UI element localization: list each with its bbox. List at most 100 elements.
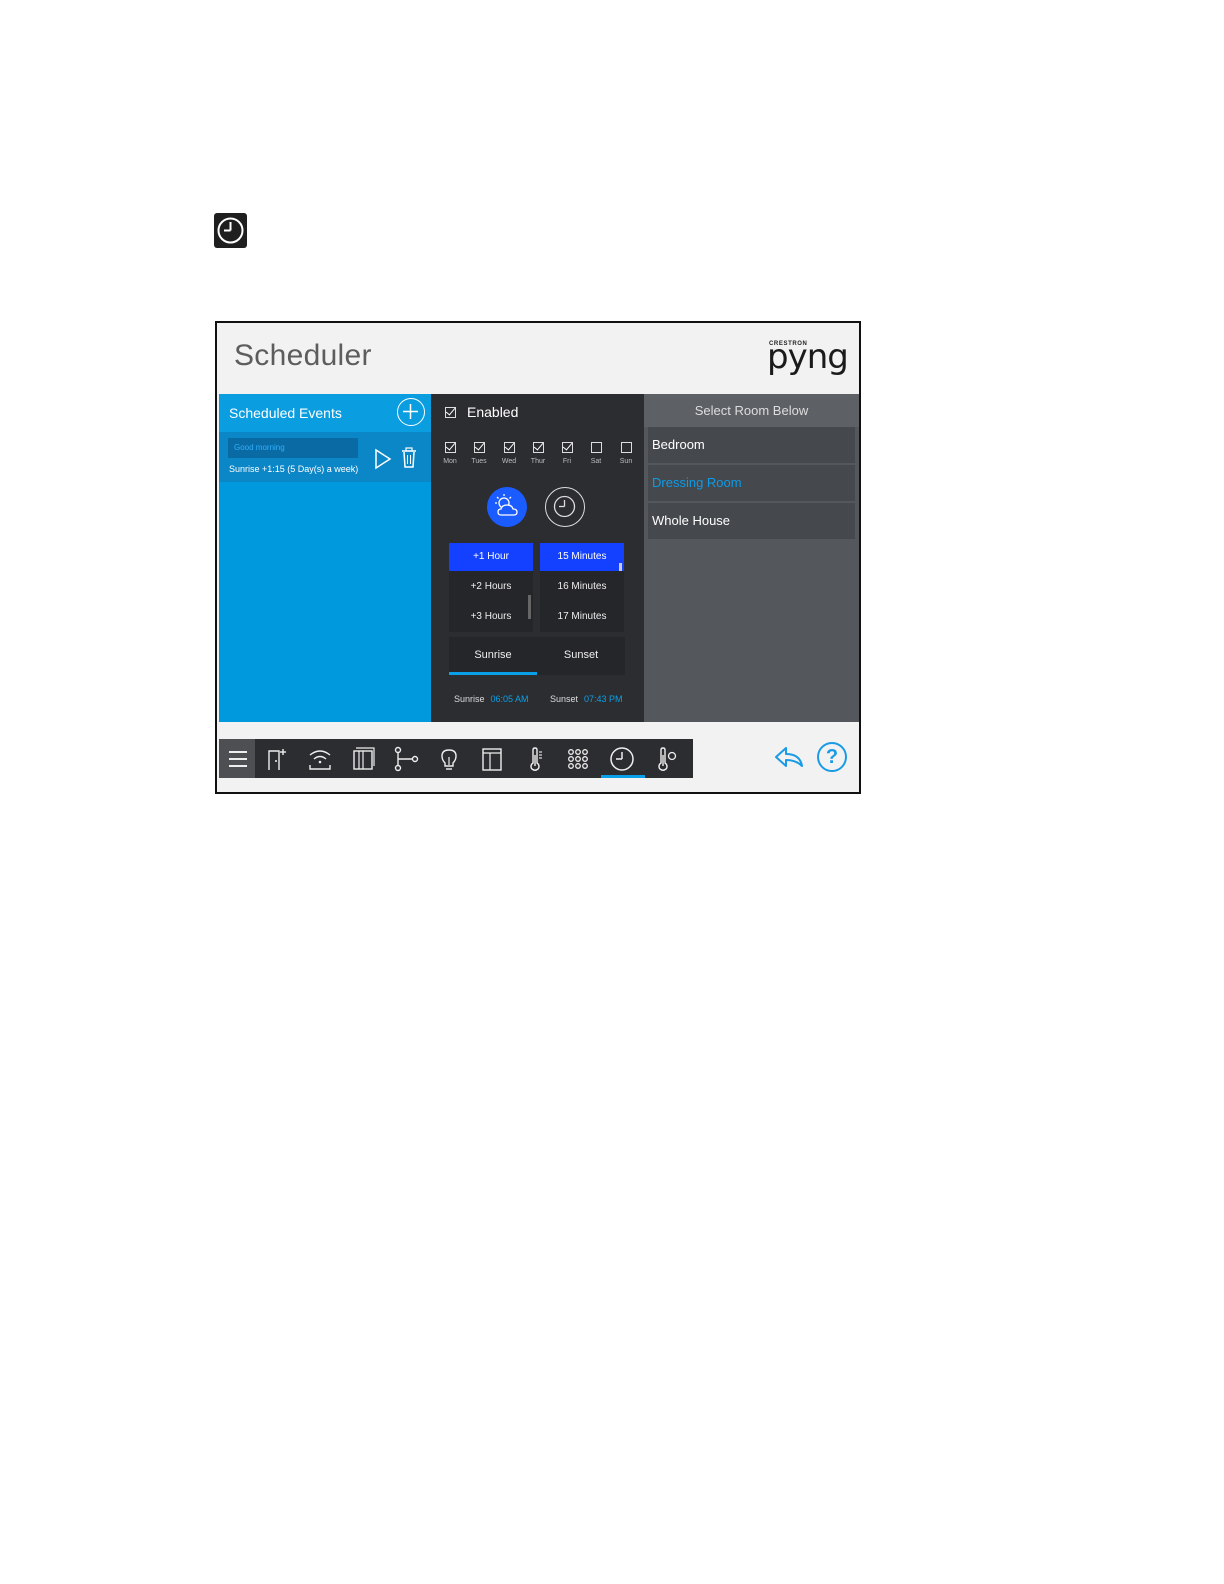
thermostat-icon — [530, 747, 542, 771]
hours-list[interactable]: +1 Hour +2 Hours +3 Hours — [449, 543, 533, 632]
temperature-icon — [658, 747, 677, 771]
nav-toolbar — [219, 739, 693, 778]
scheduler-clock-icon — [214, 213, 247, 248]
day-label: Sun — [619, 458, 633, 465]
shades-button[interactable] — [347, 743, 379, 775]
hours-option[interactable]: +3 Hours — [449, 603, 533, 631]
header: Scheduler CRESTRON pyng — [217, 323, 859, 394]
minutes-option[interactable]: 17 Minutes — [540, 603, 624, 631]
room-item-bedroom[interactable]: Bedroom — [648, 427, 855, 463]
day-label: Wed — [501, 458, 517, 465]
sunrise-sunset-tabs: Sunrise Sunset — [449, 637, 625, 675]
add-event-button[interactable] — [397, 398, 425, 426]
minutes-option[interactable]: 15 Minutes — [540, 543, 624, 571]
day-fri[interactable]: Fri — [555, 442, 579, 472]
hours-option[interactable]: +2 Hours — [449, 573, 533, 601]
scheduled-events-header: Scheduled Events — [219, 394, 431, 432]
active-toolbar-indicator — [601, 775, 645, 778]
day-thur[interactable]: Thur — [526, 442, 550, 472]
clock-icon — [553, 495, 576, 518]
room-select-panel: Select Room Below Bedroom Dressing Room … — [644, 394, 859, 722]
sunset-time-label: Sunset — [550, 694, 579, 704]
temperature-button[interactable] — [650, 743, 682, 775]
climate-button[interactable] — [519, 743, 551, 775]
wireless-button[interactable] — [304, 743, 336, 775]
day-sat[interactable]: Sat — [584, 442, 608, 472]
play-event-button[interactable] — [374, 448, 392, 470]
window-button[interactable] — [476, 743, 508, 775]
sunset-time-value: 07:43 PM — [584, 694, 623, 704]
day-checkbox[interactable] — [562, 442, 573, 453]
shades-icon — [353, 747, 375, 770]
event-name-field[interactable]: Good morning — [228, 438, 358, 458]
scheduler-button[interactable] — [606, 743, 638, 775]
minutes-option[interactable]: 16 Minutes — [540, 573, 624, 601]
scheduled-events-panel: Scheduled Events Good morning Sunrise +1… — [219, 394, 431, 722]
trash-icon — [402, 447, 416, 468]
lighting-button[interactable] — [433, 743, 465, 775]
day-label: Thur — [530, 458, 546, 465]
sun-cloud-icon — [495, 494, 518, 516]
sunrise-time-label: Sunrise — [454, 694, 485, 704]
keypad-icon — [568, 749, 588, 769]
plus-icon — [403, 404, 418, 419]
active-tab-indicator — [449, 672, 537, 675]
minutes-scrollbar[interactable] — [619, 563, 622, 571]
day-checkbox[interactable] — [504, 442, 515, 453]
room-add-icon — [268, 749, 286, 770]
keypad-button[interactable] — [562, 743, 594, 775]
menu-icon — [229, 765, 247, 767]
menu-button[interactable] — [219, 739, 255, 778]
delete-event-button[interactable] — [400, 446, 418, 470]
day-checkbox[interactable] — [445, 442, 456, 453]
event-list-item[interactable]: Good morning Sunrise +1:15 (5 Day(s) a w… — [219, 432, 431, 482]
tab-sunset[interactable]: Sunset — [537, 637, 625, 673]
room-item-whole-house[interactable]: Whole House — [648, 503, 855, 539]
room-item-dressing-room[interactable]: Dressing Room — [648, 465, 855, 501]
day-wed[interactable]: Wed — [497, 442, 521, 472]
tab-sunrise[interactable]: Sunrise — [449, 637, 537, 673]
day-checkbox[interactable] — [474, 442, 485, 453]
network-button[interactable] — [390, 743, 422, 775]
wireless-icon — [309, 750, 331, 770]
question-mark-icon: ? — [825, 746, 839, 768]
day-tues[interactable]: Tues — [467, 442, 491, 472]
clock-icon — [610, 747, 634, 771]
room-select-header: Select Room Below — [644, 394, 859, 427]
brand-logo: pyng — [767, 337, 849, 377]
scheduled-events-title: Scheduled Events — [229, 405, 342, 421]
event-description: Sunrise +1:15 (5 Day(s) a week) — [229, 464, 359, 474]
hours-scrollbar[interactable] — [528, 595, 531, 619]
day-checkbox[interactable] — [591, 442, 602, 453]
enabled-checkbox[interactable] — [445, 407, 456, 418]
scheduler-screen: Scheduler CRESTRON pyng Scheduled Events… — [215, 321, 861, 794]
sunrise-time-readout: Sunrise 06:05 AM — [454, 694, 529, 704]
sunset-time-readout: Sunset 07:43 PM — [550, 694, 623, 704]
help-button[interactable]: ? — [817, 742, 847, 772]
hours-option[interactable]: +1 Hour — [449, 543, 533, 571]
day-label: Tues — [471, 458, 487, 465]
astronomical-mode-button[interactable] — [487, 487, 527, 527]
back-arrow-icon — [775, 747, 803, 767]
room-add-button[interactable] — [261, 743, 293, 775]
day-checkbox[interactable] — [533, 442, 544, 453]
back-button[interactable] — [772, 742, 806, 772]
day-label: Fri — [562, 458, 572, 465]
day-label: Mon — [443, 458, 457, 465]
page-title: Scheduler — [234, 339, 372, 372]
day-checkbox[interactable] — [621, 442, 632, 453]
play-icon — [375, 448, 392, 470]
network-icon — [394, 746, 419, 772]
time-mode-button[interactable] — [545, 487, 585, 527]
day-sun[interactable]: Sun — [614, 442, 638, 472]
menu-icon — [229, 758, 247, 760]
window-icon — [482, 748, 502, 771]
day-mon[interactable]: Mon — [438, 442, 462, 472]
enabled-label: Enabled — [467, 404, 519, 420]
minutes-list[interactable]: 15 Minutes 16 Minutes 17 Minutes — [540, 543, 624, 632]
menu-icon — [229, 751, 247, 753]
event-editor-panel: Enabled Mon Tues Wed Thur Fri Sat Sun +1… — [431, 394, 644, 722]
sunrise-time-value: 06:05 AM — [490, 694, 529, 704]
bottom-bar: ? — [217, 722, 859, 792]
day-label: Sat — [590, 458, 602, 465]
